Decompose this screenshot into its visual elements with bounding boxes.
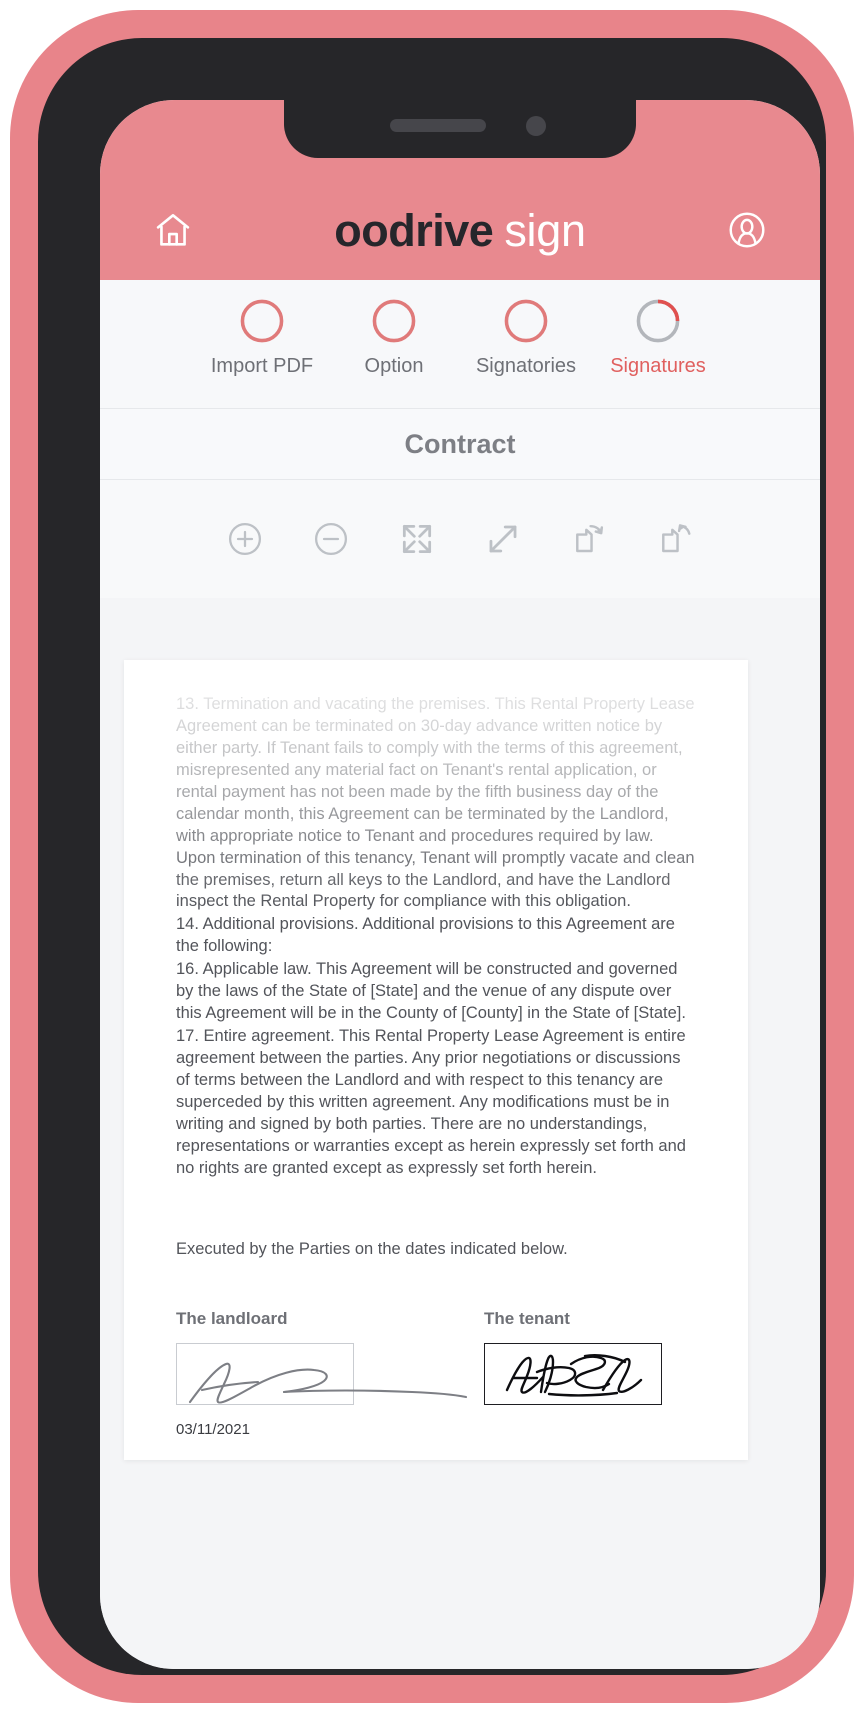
- signature-block-tenant: The tenant: [436, 1309, 696, 1438]
- signature-heading-landlord: The landloard: [176, 1308, 288, 1328]
- signature-block-landlord: The landloard 03/11/2021: [176, 1308, 468, 1438]
- document-paragraph: 17. Entire agreement. This Rental Proper…: [176, 1027, 686, 1177]
- signature-field-tenant[interactable]: [484, 1342, 662, 1405]
- document-title-bar: Contract: [100, 408, 820, 480]
- phone-outer-frame: oodrive sign Import PDF Option Signatori…: [10, 10, 854, 1703]
- signature-field-landlord[interactable]: [176, 1342, 468, 1405]
- landlord-signature-ink: [188, 1362, 468, 1404]
- stepper-label-signatures: Signatures: [610, 355, 706, 377]
- phone-notch: [284, 100, 636, 158]
- viewer-toolbar: [100, 480, 820, 598]
- front-camera: [526, 116, 546, 136]
- stepper-item-signatures[interactable]: Signatures: [592, 298, 724, 378]
- signature-heading-tenant: The tenant: [484, 1308, 570, 1328]
- step-progress-ring-import-pdf: [239, 298, 285, 344]
- expand-diagonal-icon[interactable]: [480, 516, 526, 562]
- signature-date-landlord: 03/11/2021: [176, 1420, 250, 1438]
- header-bar: oodrive sign: [100, 180, 820, 280]
- stepper-item-signatories[interactable]: Signatories: [460, 298, 592, 378]
- signature-row: The landloard 03/11/2021 The tenant: [176, 1309, 696, 1438]
- document-scroll-area[interactable]: 13. Termination and vacating the premise…: [100, 598, 820, 1669]
- brand-wordmark: oodrive sign: [334, 204, 586, 256]
- brand-name-primary: oodrive: [334, 204, 494, 256]
- document-paragraph: 16. Applicable law. This Agreement will …: [176, 960, 686, 1023]
- phone-screen: oodrive sign Import PDF Option Signatori…: [100, 100, 820, 1669]
- document-paragraph: 14. Additional provisions. Additional pr…: [176, 915, 675, 956]
- document-paragraph: 13. Termination and vacating the premise…: [176, 695, 695, 911]
- zoom-in-icon[interactable]: [222, 516, 268, 562]
- step-progress-ring-option: [371, 298, 417, 344]
- brand-name-secondary: sign: [504, 204, 586, 256]
- rotate-left-icon[interactable]: [652, 516, 698, 562]
- stepper-label-import-pdf: Import PDF: [210, 355, 314, 377]
- fit-screen-icon[interactable]: [394, 516, 440, 562]
- step-progress-ring-signatories: [503, 298, 549, 344]
- stepper-label-signatories: Signatories: [475, 355, 577, 377]
- home-icon[interactable]: [152, 209, 194, 251]
- page-title: Contract: [404, 428, 516, 459]
- earpiece-speaker: [390, 119, 486, 132]
- stepper-label-option: Option: [364, 355, 424, 377]
- zoom-out-icon[interactable]: [308, 516, 354, 562]
- progress-stepper: Import PDF Option Signatories Signatures: [100, 280, 820, 408]
- stepper-item-import-pdf[interactable]: Import PDF: [196, 298, 328, 378]
- phone-bezel: oodrive sign Import PDF Option Signatori…: [38, 38, 826, 1675]
- stepper-item-option[interactable]: Option: [328, 298, 460, 378]
- step-progress-ring-signatures: [635, 298, 681, 344]
- tenant-signature-ink: [505, 1353, 643, 1397]
- account-avatar-icon[interactable]: [726, 209, 768, 251]
- document-page[interactable]: 13. Termination and vacating the premise…: [124, 660, 748, 1460]
- document-executed-line: Executed by the Parties on the dates ind…: [176, 1239, 568, 1258]
- rotate-right-icon[interactable]: [566, 516, 612, 562]
